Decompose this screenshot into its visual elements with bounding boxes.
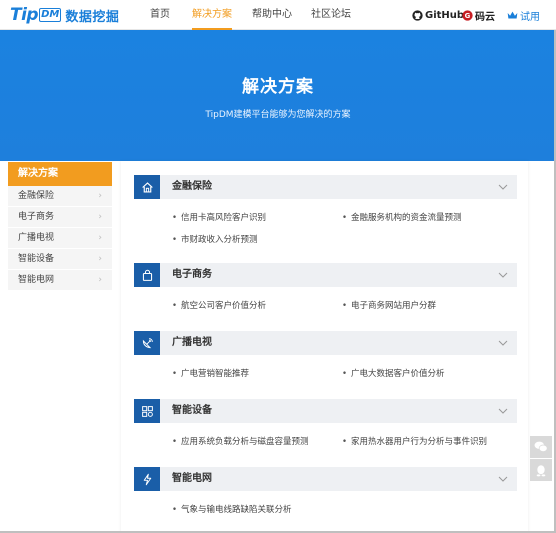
banner-title: 解决方案 (242, 77, 314, 97)
solutions-panel: 金融保险 信用卡高风险客户识别 金融服务机构的资金流量预测 市财政收入分析预测 … (121, 161, 528, 533)
svg-text:G: G (465, 11, 471, 19)
solutions-sidebar: 解决方案 金融保险 › 电子商务 › 广播电视 › 智能设备 › 智能电网 › (8, 162, 112, 291)
sidebar-item-label: 广播电视 (18, 233, 55, 243)
solution-link[interactable]: 航空公司客户价值分析 (172, 299, 266, 311)
nav-help[interactable]: 帮助中心 (252, 0, 292, 30)
crown-icon (507, 11, 518, 19)
chevron-right-icon: › (98, 254, 102, 264)
chevron-down-icon[interactable] (497, 473, 509, 485)
chevron-down-icon[interactable] (497, 337, 509, 349)
wechat-float-button[interactable] (530, 436, 552, 458)
sidebar-item-label: 智能设备 (18, 254, 55, 264)
sidebar-item-label: 金融保险 (18, 191, 55, 201)
logo-brand: Tip (10, 5, 39, 25)
section-finance: 金融保险 信用卡高风险客户识别 金融服务机构的资金流量预测 市财政收入分析预测 (134, 175, 517, 245)
sidebar-item-ecommerce[interactable]: 电子商务 › (8, 207, 112, 228)
sidebar-item-broadcast[interactable]: 广播电视 › (8, 228, 112, 249)
gitee-label: 码云 (475, 11, 495, 23)
chevron-right-icon: › (98, 212, 102, 222)
github-link[interactable]: GitHub (412, 0, 464, 30)
satellite-dish-icon (134, 331, 160, 355)
solution-link[interactable]: 广电大数据客户价值分析 (342, 367, 445, 379)
section-header[interactable]: 智能电网 (134, 467, 517, 491)
solution-link[interactable]: 电子商务网站用户分群 (342, 299, 436, 311)
top-header: Tip DM 数据挖掘 首页 解决方案 帮助中心 社区论坛 GitHub G 码… (0, 0, 556, 30)
nav-forum[interactable]: 社区论坛 (311, 0, 351, 30)
hero-banner: 解决方案 TipDM建模平台能够为您解决的方案 (0, 30, 556, 161)
section-header[interactable]: 电子商务 (134, 263, 517, 287)
sidebar-item-label: 智能电网 (18, 275, 55, 285)
house-icon (134, 175, 160, 199)
solution-link[interactable]: 广电营销智能推荐 (172, 367, 249, 379)
chevron-down-icon[interactable] (497, 181, 509, 193)
sidebar-item-grid[interactable]: 智能电网 › (8, 270, 112, 291)
sidebar-heading: 解决方案 (8, 162, 112, 186)
devices-icon (134, 399, 160, 423)
chevron-down-icon[interactable] (497, 269, 509, 281)
solution-link[interactable]: 应用系统负载分析与磁盘容量预测 (172, 435, 309, 447)
gitee-icon: G (462, 9, 473, 21)
section-ecommerce: 电子商务 航空公司客户价值分析 电子商务网站用户分群 (134, 263, 517, 311)
github-label: GitHub (425, 9, 465, 21)
shopping-bag-icon (134, 263, 160, 287)
section-title: 智能电网 (172, 473, 212, 484)
chevron-down-icon[interactable] (497, 405, 509, 417)
section-broadcast: 广播电视 广电营销智能推荐 广电大数据客户价值分析 (134, 331, 517, 379)
qq-float-button[interactable] (530, 459, 552, 481)
section-header[interactable]: 智能设备 (134, 399, 517, 423)
sidebar-item-label: 电子商务 (18, 212, 55, 222)
logo-brand-box: DM (39, 8, 62, 22)
section-devices: 智能设备 应用系统负载分析与磁盘容量预测 家用热水器用户行为分析与事件识别 (134, 399, 517, 447)
qq-icon (536, 464, 546, 476)
section-title: 智能设备 (172, 405, 212, 416)
logo[interactable]: Tip DM 数据挖掘 (10, 4, 119, 26)
trial-label: 试用 (520, 11, 540, 23)
section-title: 金融保险 (172, 181, 212, 192)
gitee-link[interactable]: G 码云 (462, 0, 495, 30)
solution-link[interactable]: 金融服务机构的资金流量预测 (342, 211, 462, 223)
section-title: 广播电视 (172, 337, 212, 348)
github-icon (412, 9, 423, 21)
solution-link[interactable]: 气象与输电线路缺陷关联分析 (172, 503, 292, 515)
chevron-right-icon: › (98, 191, 102, 201)
sidebar-item-finance[interactable]: 金融保险 › (8, 186, 112, 207)
lightning-icon (134, 467, 160, 491)
section-header[interactable]: 金融保险 (134, 175, 517, 199)
wechat-icon (534, 441, 548, 452)
section-title: 电子商务 (172, 269, 212, 280)
trial-link[interactable]: 试用 (507, 0, 540, 30)
nav-solutions[interactable]: 解决方案 (192, 0, 232, 30)
chevron-right-icon: › (98, 275, 102, 285)
solution-link[interactable]: 信用卡高风险客户识别 (172, 211, 266, 223)
solution-link[interactable]: 家用热水器用户行为分析与事件识别 (342, 435, 487, 447)
section-header[interactable]: 广播电视 (134, 331, 517, 355)
sidebar-item-devices[interactable]: 智能设备 › (8, 249, 112, 270)
chevron-right-icon: › (98, 233, 102, 243)
logo-cn: 数据挖掘 (65, 9, 120, 25)
section-grid: 智能电网 气象与输电线路缺陷关联分析 (134, 467, 517, 515)
nav-home[interactable]: 首页 (150, 0, 170, 30)
banner-subtitle: TipDM建模平台能够为您解决的方案 (205, 110, 351, 120)
solution-link[interactable]: 市财政收入分析预测 (172, 233, 258, 245)
